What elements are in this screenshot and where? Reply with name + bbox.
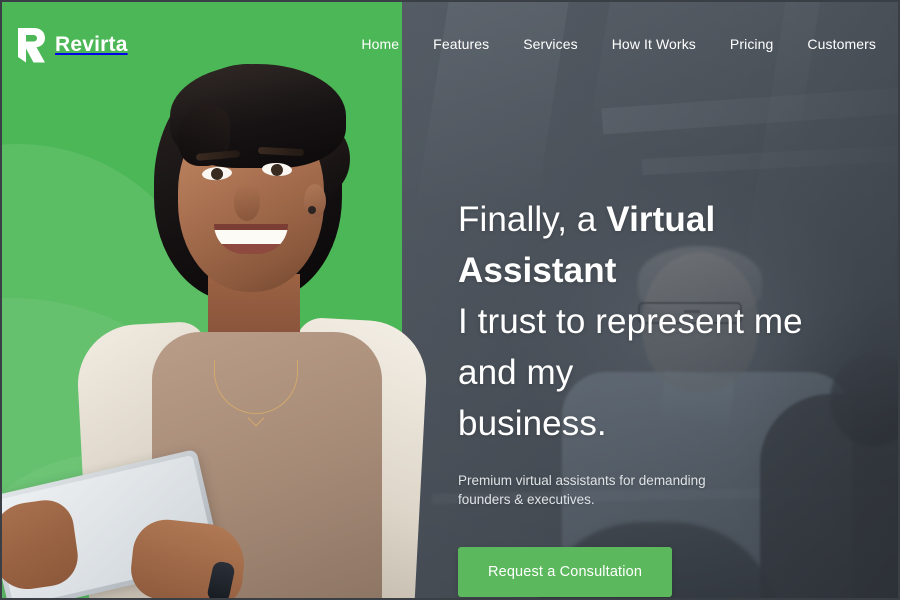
- nose: [234, 185, 260, 221]
- headline-line-2: I trust to represent me and my: [458, 302, 803, 392]
- top-navigation-bar: Revirta Home Features Services How It Wo…: [2, 2, 898, 88]
- hero-headline: Finally, a Virtual Assistant I trust to …: [458, 194, 858, 449]
- nav-link-features[interactable]: Features: [433, 36, 489, 52]
- nav-item-customers[interactable]: Customers: [807, 36, 876, 54]
- nav-item-services[interactable]: Services: [523, 36, 577, 54]
- nav-link-home[interactable]: Home: [361, 36, 399, 52]
- nav-item-home[interactable]: Home: [361, 36, 399, 54]
- nav-link-customers[interactable]: Customers: [807, 36, 876, 52]
- nav-item-how-it-works[interactable]: How It Works: [612, 36, 696, 54]
- brand-name: Revirta: [55, 33, 128, 56]
- nav-link-services[interactable]: Services: [523, 36, 577, 52]
- hero-copy: Finally, a Virtual Assistant I trust to …: [458, 194, 858, 597]
- woman-portrait: [2, 2, 430, 598]
- nav-link-pricing[interactable]: Pricing: [730, 36, 774, 52]
- headline-line-1-light: Finally, a: [458, 200, 607, 239]
- nav-item-features[interactable]: Features: [433, 36, 489, 54]
- nav-item-pricing[interactable]: Pricing: [730, 36, 774, 54]
- headline-line-3: business.: [458, 404, 607, 443]
- nav-link-how-it-works[interactable]: How It Works: [612, 36, 696, 52]
- request-consultation-button[interactable]: Request a Consultation: [458, 547, 673, 597]
- nav-links: Home Features Services How It Works Pric…: [361, 36, 876, 54]
- r-monogram-icon: [18, 28, 45, 63]
- ear: [304, 184, 326, 218]
- hero-page: Revirta Home Features Services How It Wo…: [0, 0, 900, 600]
- brand-logo-link[interactable]: Revirta: [16, 2, 128, 88]
- earring: [308, 206, 316, 214]
- hero-subhead: Premium virtual assistants for demanding…: [458, 473, 706, 507]
